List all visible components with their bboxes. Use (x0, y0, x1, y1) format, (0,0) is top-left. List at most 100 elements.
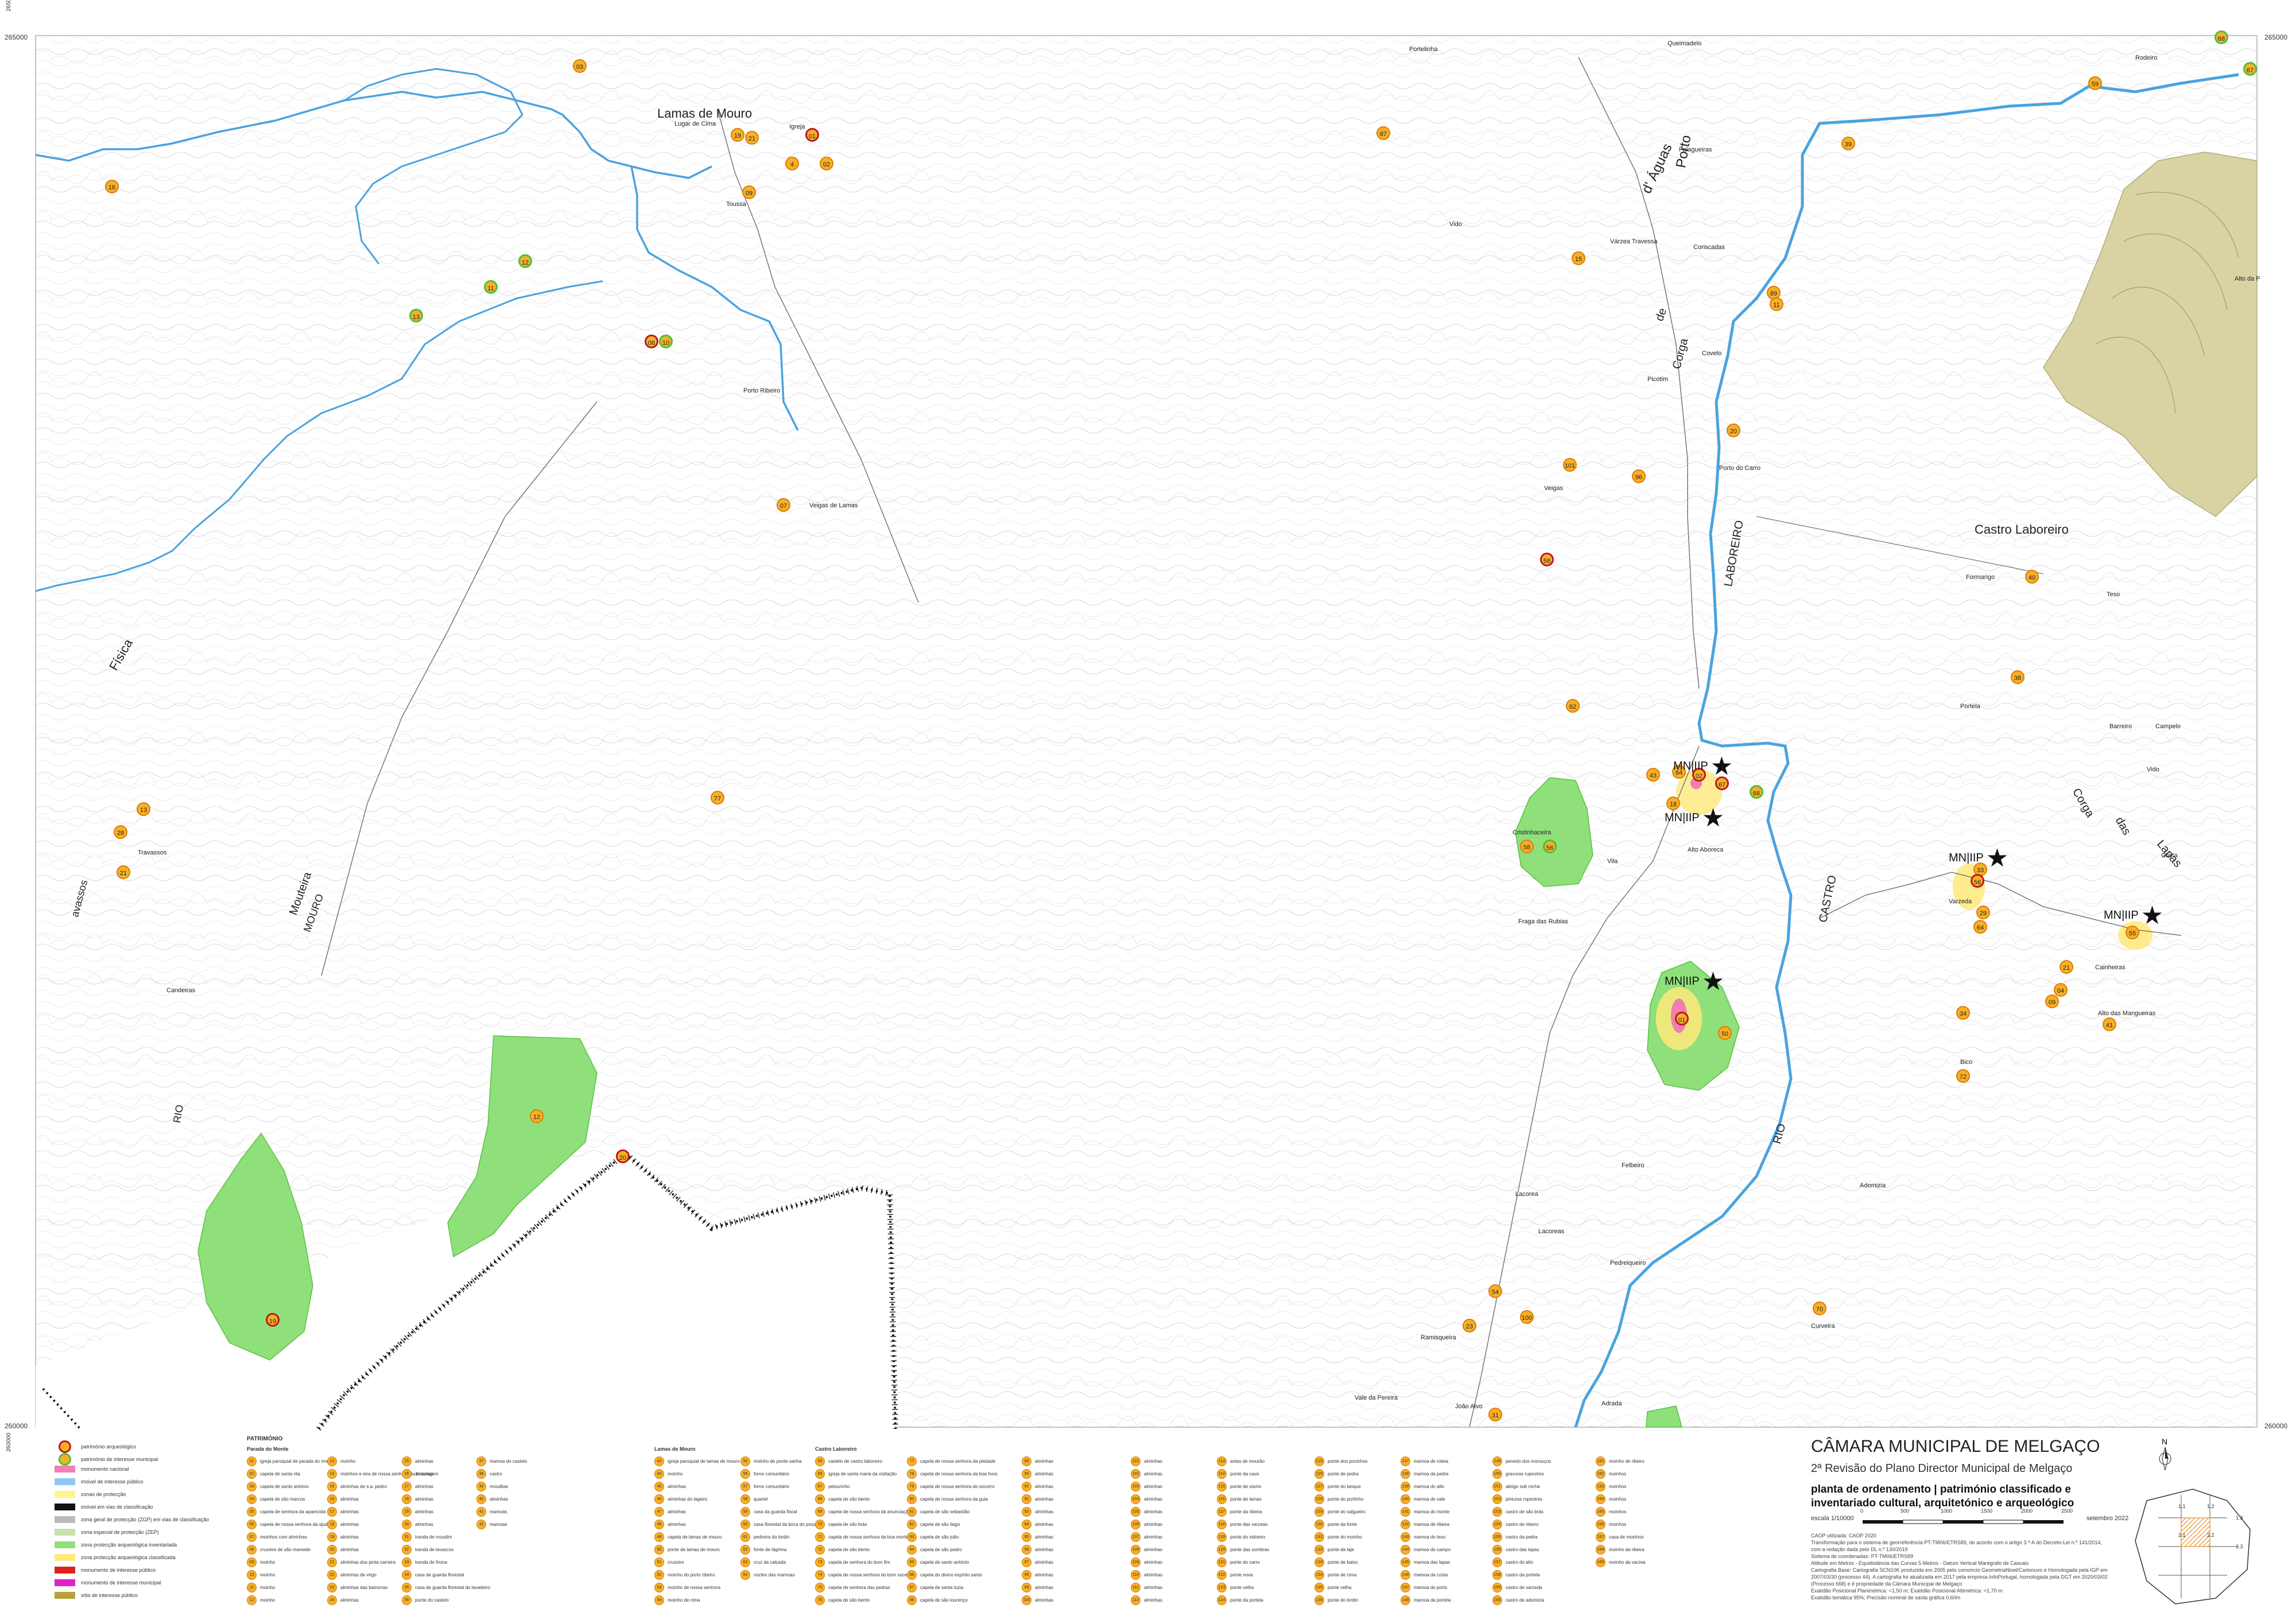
heritage-marker[interactable]: 64 (1973, 920, 1987, 934)
legend-number-icon: 80 (907, 1494, 917, 1504)
legend-number-icon: 163 (1596, 1482, 1605, 1491)
heritage-marker[interactable]: 09 (742, 185, 756, 199)
legend-number-icon: 153 (1492, 1507, 1502, 1517)
heritage-marker[interactable]: 4 (785, 157, 799, 170)
monument-label[interactable]: MN|IIP★ (1665, 803, 1724, 833)
heritage-marker[interactable]: 19 (731, 128, 744, 142)
heritage-marker[interactable]: 87 (1376, 126, 1390, 140)
legend-patrimonio-item: 102 alminhas (1131, 1469, 1162, 1479)
heritage-marker[interactable]: 34 (1956, 1006, 1970, 1020)
heritage-marker[interactable]: 21 (117, 865, 130, 879)
heritage-marker[interactable]: 58 (1540, 553, 1554, 566)
legend-patrimonio-item: 19 alminhas (327, 1532, 359, 1542)
legend-label: imóvel em vias de classificação (81, 1504, 153, 1510)
legend-number-icon: 161 (1596, 1456, 1605, 1466)
heritage-marker[interactable]: 101 (1563, 458, 1577, 472)
heritage-marker[interactable]: 02 (820, 157, 833, 170)
legend-number-icon: 68 (815, 1494, 825, 1504)
place-label: Cainheiras (2095, 964, 2126, 971)
heritage-marker[interactable]: 01 (1675, 1012, 1689, 1025)
heritage-marker[interactable]: 03 (573, 59, 587, 73)
legend-number-icon: 156 (1492, 1545, 1502, 1555)
heritage-marker[interactable]: 29 (1976, 906, 1990, 919)
legend-item-label: mamoa da costa (1414, 1572, 1448, 1578)
heritage-marker[interactable]: 21 (745, 131, 759, 145)
legend-item: zona geral de protecção (ZGP) em vias de… (55, 1516, 209, 1523)
heritage-marker[interactable]: 16 (105, 180, 119, 193)
heritage-marker[interactable]: 31 (1488, 1408, 1502, 1421)
legend-number-icon: 02 (247, 1469, 257, 1479)
heritage-marker[interactable]: 50 (1718, 1026, 1732, 1040)
legend-number-icon: 35 (402, 1583, 412, 1592)
heritage-marker[interactable]: 56 (1543, 840, 1557, 853)
monument-label[interactable]: MN|IIP★ (1673, 752, 1733, 781)
heritage-marker[interactable]: 96 (1632, 469, 1646, 483)
heritage-marker[interactable]: 56 (1971, 874, 1984, 888)
heritage-marker[interactable]: 59 (2088, 76, 2102, 90)
heritage-marker[interactable]: 04 (2054, 983, 2068, 997)
monument-label[interactable]: MN|IIP★ (1949, 844, 2008, 873)
legend-item-label: mamoa do campo (1414, 1547, 1451, 1552)
heritage-marker[interactable]: 19 (266, 1313, 280, 1327)
legend-patrimonio-item: 164 moinhos (1596, 1494, 1626, 1504)
heritage-marker[interactable]: 13 (137, 802, 150, 816)
heritage-marker[interactable]: 28 (114, 825, 127, 839)
legend-label: sítio de interesse público (81, 1592, 138, 1598)
heritage-marker[interactable]: 11 (484, 280, 498, 294)
map-canvas[interactable]: Lamas de Mouro Castro Laboreiro Lugar de C… (0, 0, 2296, 1620)
monument-label[interactable]: MN|IIP★ (2104, 901, 2163, 930)
heritage-marker[interactable]: 07 (777, 498, 790, 512)
legend-patrimonio-item: 169 moinho da varzea (1596, 1557, 1646, 1567)
heritage-marker[interactable]: 23 (1463, 1319, 1476, 1332)
legend-item-label: cruzeiro (668, 1560, 684, 1565)
heritage-marker[interactable]: 70 (1813, 1302, 1826, 1315)
legend-number-icon: 111 (1131, 1583, 1141, 1592)
heritage-marker[interactable]: 12 (530, 1109, 544, 1123)
heritage-marker[interactable]: 09 (2045, 994, 2059, 1008)
legend-patrimonio-item: 159 castro de varzeda (1492, 1583, 1542, 1592)
legend-number-icon: 123 (1217, 1583, 1227, 1592)
heritage-marker[interactable]: 12 (518, 254, 532, 268)
heritage-marker[interactable]: 77 (711, 791, 724, 805)
heritage-marker[interactable]: 67 (2243, 62, 2257, 76)
legend-number-icon: 167 (1596, 1532, 1605, 1542)
heritage-marker[interactable]: 06 (645, 335, 658, 348)
legend-swatch (55, 1554, 75, 1561)
heritage-marker[interactable]: 58 (1520, 840, 1534, 853)
heritage-marker[interactable]: 39 (1841, 137, 1855, 150)
heritage-marker[interactable]: 13 (409, 309, 423, 323)
legend-item-label: castro de adomizia (1506, 1598, 1545, 1603)
heritage-marker[interactable]: 66 (1750, 785, 1763, 799)
heritage-marker[interactable]: 21 (2060, 960, 2073, 974)
heritage-marker[interactable]: 43 (1646, 768, 1660, 782)
legend-patrimonio-item: 23 alminhas das bamonas (327, 1583, 387, 1592)
heritage-marker[interactable]: 38 (2011, 670, 2024, 684)
heritage-marker[interactable]: 40 (2025, 570, 2039, 584)
legend-number-icon: 89 (1022, 1456, 1031, 1466)
heritage-marker[interactable]: 41 (2103, 1017, 2116, 1031)
legend-number-icon: 142 (1401, 1520, 1410, 1529)
legend-item-label: quartel (754, 1497, 768, 1502)
legend-item-label: fonte de lágrima (754, 1547, 787, 1552)
heritage-marker[interactable]: 54 (1488, 1284, 1502, 1298)
legend-number-icon: 22 (327, 1570, 337, 1580)
legend-item-label: moinho (340, 1459, 356, 1464)
heritage-marker[interactable]: 68 (2214, 30, 2228, 44)
heritage-marker[interactable]: 100 (1520, 1310, 1534, 1324)
heritage-marker[interactable]: 11 (1770, 297, 1783, 311)
legend-patrimonio-item: 47 alminhas (654, 1507, 686, 1517)
legend-patrimonio-item: 50 ponte de lamas de mouro (654, 1545, 720, 1555)
legend-patrimonio-item: 132 ponte da laje (1314, 1545, 1354, 1555)
heritage-marker[interactable]: 15 (1572, 251, 1585, 265)
heritage-marker[interactable]: 62 (1566, 699, 1580, 713)
heritage-marker[interactable]: 72 (1956, 1069, 1970, 1083)
heritage-marker[interactable]: 20 (1727, 424, 1740, 437)
heritage-marker[interactable]: 10 (659, 335, 673, 348)
legend-item-label: pinturas rupestres (1506, 1497, 1543, 1502)
legend-number-icon: 132 (1314, 1545, 1324, 1555)
legend-item-label: castro do alto (1506, 1560, 1534, 1565)
legend-item-label: casa de guarda florestal (415, 1572, 464, 1578)
heritage-marker[interactable]: 20 (616, 1149, 630, 1163)
heritage-marker[interactable]: 01 (805, 128, 819, 142)
monument-label[interactable]: MN|IIP★ (1665, 967, 1724, 996)
